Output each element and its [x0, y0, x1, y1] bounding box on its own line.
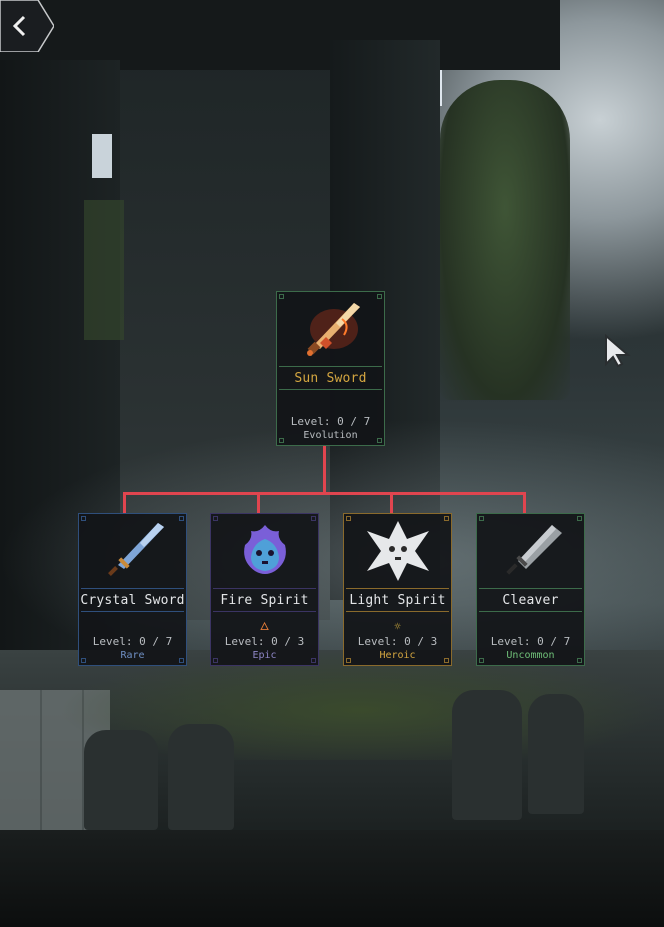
light-trait-icon: ☼	[394, 620, 401, 633]
connector-drop	[523, 492, 526, 513]
card-corner	[279, 438, 284, 443]
card-level: Level: 0 / 3	[224, 635, 305, 648]
card-corner	[346, 658, 351, 663]
skill-card-fire-spirit[interactable]: Fire Spirit 🜂 Level: 0 / 3 Epic	[210, 513, 319, 666]
card-corner	[213, 658, 218, 663]
crystal-sword-icon	[79, 514, 186, 588]
card-corner	[179, 658, 184, 663]
evolution-card[interactable]: Sun Sword Level: 0 / 7 Evolution	[276, 291, 385, 446]
card-corner	[577, 658, 582, 663]
card-rarity: Heroic	[379, 650, 416, 661]
gravestone	[528, 694, 584, 814]
moss-patch	[84, 200, 124, 340]
chevron-left-icon	[0, 0, 54, 52]
card-level: Level: 0 / 3	[357, 635, 438, 648]
card-corner	[179, 516, 184, 521]
card-corner	[444, 516, 449, 521]
card-corner	[213, 516, 218, 521]
card-corner	[377, 294, 382, 299]
card-name: Cleaver	[479, 588, 582, 612]
fire-trait-icon: 🜂	[259, 620, 270, 633]
foreground-shadow	[0, 830, 664, 927]
sun-sword-icon	[277, 292, 384, 366]
gravestone	[168, 724, 234, 830]
back-button[interactable]	[0, 0, 54, 52]
mossy-foliage	[440, 80, 570, 400]
card-corner	[311, 516, 316, 521]
card-corner	[81, 516, 86, 521]
card-corner	[444, 658, 449, 663]
card-rarity: Evolution	[303, 430, 358, 441]
connector-branch	[123, 492, 526, 495]
card-name: Sun Sword	[279, 366, 382, 390]
skill-card-cleaver[interactable]: Cleaver Level: 0 / 7 Uncommon	[476, 513, 585, 666]
light-spirit-icon	[344, 514, 451, 588]
card-corner	[279, 294, 284, 299]
card-level: Level: 0 / 7	[490, 635, 571, 648]
card-name: Crystal Sword	[80, 588, 184, 612]
skill-card-light-spirit[interactable]: Light Spirit ☼ Level: 0 / 3 Heroic	[343, 513, 452, 666]
card-corner	[479, 658, 484, 663]
connector-drop	[257, 492, 260, 513]
card-level: Level: 0 / 7	[92, 635, 173, 648]
skill-card-crystal-sword[interactable]: Crystal Sword Level: 0 / 7 Rare	[78, 513, 187, 666]
card-corner	[377, 438, 382, 443]
gravestone	[84, 730, 158, 830]
card-rarity: Epic	[252, 650, 277, 661]
card-rarity: Rare	[120, 650, 145, 661]
connector-trunk	[323, 446, 326, 493]
fire-spirit-icon	[211, 514, 318, 588]
cleaver-icon	[477, 514, 584, 588]
card-corner	[577, 516, 582, 521]
card-name: Light Spirit	[346, 588, 449, 612]
sky-gap-small	[92, 134, 112, 178]
connector-drop	[123, 492, 126, 513]
card-rarity: Uncommon	[506, 650, 555, 661]
card-corner	[311, 658, 316, 663]
connector-drop	[390, 492, 393, 513]
scene-background	[0, 0, 664, 927]
card-corner	[479, 516, 484, 521]
mouse-cursor-icon	[604, 333, 632, 372]
card-level: Level: 0 / 7	[290, 415, 371, 428]
gravestone	[452, 690, 522, 820]
card-name: Fire Spirit	[213, 588, 316, 612]
card-corner	[346, 516, 351, 521]
card-corner	[81, 658, 86, 663]
